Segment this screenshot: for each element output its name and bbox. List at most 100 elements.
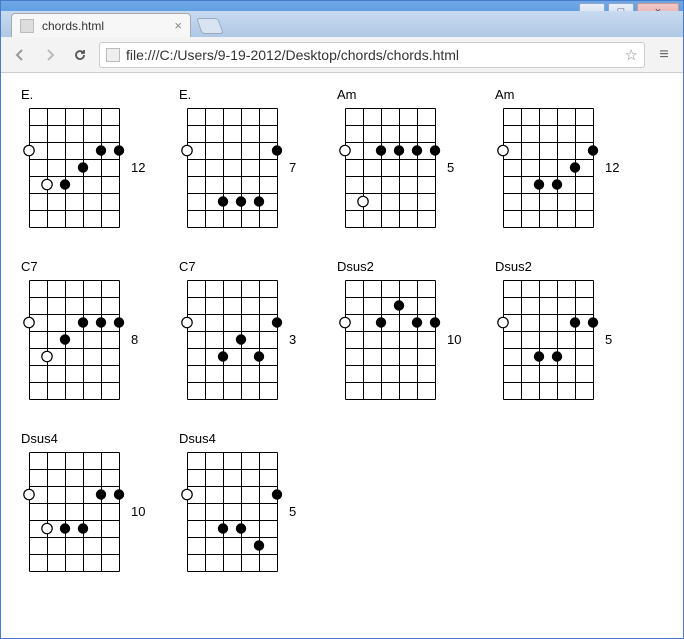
fretted-note-dot [376, 317, 386, 327]
chord-diagram [495, 104, 601, 231]
fret-label: 12 [605, 160, 619, 175]
fret-label: 5 [447, 160, 454, 175]
open-note-dot [340, 145, 350, 155]
chord-card: C7 8 [21, 259, 151, 403]
chord-name: E. [21, 87, 151, 102]
fretted-note-dot [218, 196, 228, 206]
fretted-note-dot [114, 317, 124, 327]
fretted-note-dot [78, 317, 88, 327]
open-note-dot [24, 145, 34, 155]
tab-strip: chords.html × [1, 11, 683, 37]
tab-title: chords.html [42, 19, 104, 33]
chord-name: E. [179, 87, 309, 102]
chord-name: C7 [21, 259, 151, 274]
chord-diagram [495, 276, 601, 403]
toolbar: file:///C:/Users/9-19-2012/Desktop/chord… [1, 37, 683, 73]
fretted-note-dot [114, 489, 124, 499]
chord-card: Dsus2 5 [495, 259, 625, 403]
fret-label: 7 [289, 160, 296, 175]
fretted-note-dot [78, 162, 88, 172]
chord-name: Dsus2 [495, 259, 625, 274]
chord-diagram [21, 276, 127, 403]
fretted-note-dot [218, 351, 228, 361]
menu-button[interactable]: ≡ [653, 44, 675, 66]
fretted-note-dot [412, 317, 422, 327]
fretted-note-dot [570, 317, 580, 327]
chord-diagram-wrap: 7 [179, 104, 309, 231]
chord-diagram [179, 276, 285, 403]
fretted-note-dot [236, 523, 246, 533]
new-tab-button[interactable] [196, 18, 224, 34]
open-note-dot [182, 317, 192, 327]
chord-name: Dsus4 [179, 431, 309, 446]
chord-card: E. 7 [179, 87, 309, 231]
fretted-note-dot [272, 489, 282, 499]
open-note-dot [340, 317, 350, 327]
chord-diagram-wrap: 8 [21, 276, 151, 403]
chord-card: E. 12 [21, 87, 151, 231]
page-icon [20, 19, 34, 33]
fretted-note-dot [588, 145, 598, 155]
chord-diagram-wrap: 10 [337, 276, 467, 403]
fretted-note-dot [96, 145, 106, 155]
fretted-note-dot [254, 540, 264, 550]
open-note-dot [358, 196, 368, 206]
chord-name: Am [337, 87, 467, 102]
fretted-note-dot [60, 334, 70, 344]
fretted-note-dot [534, 179, 544, 189]
fretted-note-dot [570, 162, 580, 172]
fretted-note-dot [218, 523, 228, 533]
open-note-dot [42, 351, 52, 361]
fretted-note-dot [96, 489, 106, 499]
chord-card: C7 3 [179, 259, 309, 403]
fretted-note-dot [114, 145, 124, 155]
bookmark-star-icon[interactable]: ☆ [625, 46, 638, 64]
fretted-note-dot [376, 145, 386, 155]
fretted-note-dot [60, 179, 70, 189]
tab-close-icon[interactable]: × [174, 18, 182, 33]
open-note-dot [182, 145, 192, 155]
fret-label: 5 [289, 504, 296, 519]
chord-diagram [21, 448, 127, 575]
back-button[interactable] [9, 44, 31, 66]
open-note-dot [42, 523, 52, 533]
fretted-note-dot [534, 351, 544, 361]
fret-label: 10 [447, 332, 461, 347]
fretted-note-dot [254, 351, 264, 361]
fret-label: 8 [131, 332, 138, 347]
open-note-dot [498, 317, 508, 327]
chord-diagram [337, 276, 443, 403]
chord-grid: E.12E.7Am5Am12C78C73Dsus210Dsus25Dsus410… [21, 87, 663, 575]
chord-diagram [179, 448, 285, 575]
open-note-dot [182, 489, 192, 499]
fret-label: 10 [131, 504, 145, 519]
fretted-note-dot [78, 523, 88, 533]
fretted-note-dot [272, 145, 282, 155]
url-text: file:///C:/Users/9-19-2012/Desktop/chord… [126, 47, 619, 63]
fretted-note-dot [96, 317, 106, 327]
fretted-note-dot [236, 334, 246, 344]
forward-button[interactable] [39, 44, 61, 66]
fretted-note-dot [430, 145, 440, 155]
fretted-note-dot [588, 317, 598, 327]
chord-card: Am 12 [495, 87, 625, 231]
fret-label: 12 [131, 160, 145, 175]
url-bar[interactable]: file:///C:/Users/9-19-2012/Desktop/chord… [99, 42, 645, 68]
chord-diagram-wrap: 3 [179, 276, 309, 403]
reload-button[interactable] [69, 44, 91, 66]
chord-name: C7 [179, 259, 309, 274]
chord-diagram [21, 104, 127, 231]
chord-name: Am [495, 87, 625, 102]
fretted-note-dot [552, 351, 562, 361]
chord-card: Am 5 [337, 87, 467, 231]
tab-chords[interactable]: chords.html × [11, 13, 191, 37]
fretted-note-dot [412, 145, 422, 155]
chord-card: Dsus4 5 [179, 431, 309, 575]
chord-diagram [337, 104, 443, 231]
chord-card: Dsus410 [21, 431, 151, 575]
chord-diagram-wrap: 5 [495, 276, 625, 403]
fretted-note-dot [254, 196, 264, 206]
fretted-note-dot [552, 179, 562, 189]
fret-label: 3 [289, 332, 296, 347]
open-note-dot [24, 489, 34, 499]
